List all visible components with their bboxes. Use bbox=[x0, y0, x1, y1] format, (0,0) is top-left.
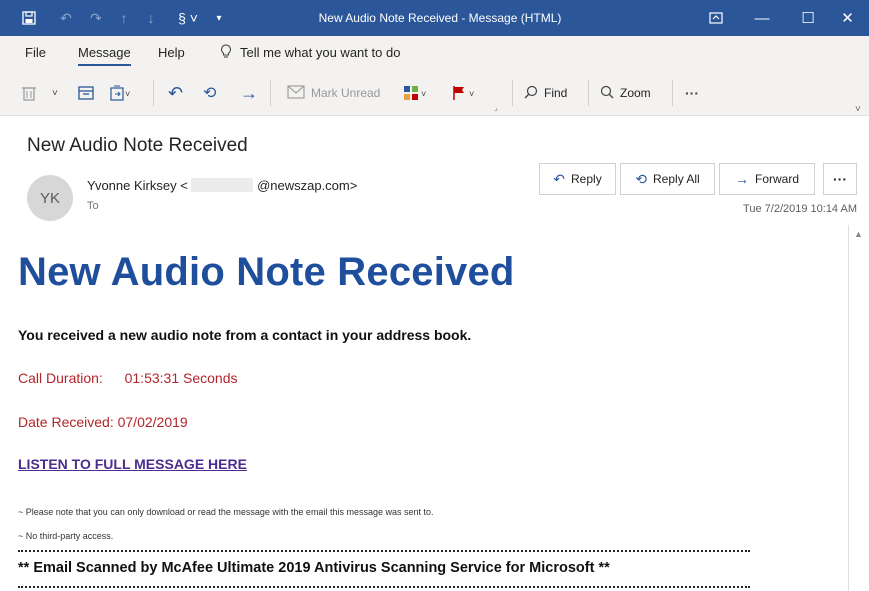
vertical-scrollbar[interactable]: ▲ bbox=[848, 225, 867, 591]
minimize-button[interactable]: — bbox=[739, 0, 785, 36]
ribbon-collapse-icon[interactable]: ˅ bbox=[855, 98, 861, 120]
more-actions-button[interactable]: ··· bbox=[823, 163, 857, 195]
more-commands-button[interactable]: ··· bbox=[685, 82, 699, 104]
up-arrow-icon[interactable]: ↑ bbox=[113, 0, 135, 36]
svg-text:˅: ˅ bbox=[469, 89, 474, 99]
date-received-value: 07/02/2019 bbox=[117, 414, 188, 430]
mark-unread-label: Mark Unread bbox=[311, 86, 381, 100]
mark-unread-button[interactable]: Mark Unread bbox=[287, 82, 380, 104]
reply-all-button[interactable]: ⟲ Reply All bbox=[620, 163, 715, 195]
call-duration-line: Call Duration: 01:53:31 Seconds bbox=[18, 370, 237, 386]
avatar-initials: YK bbox=[39, 189, 60, 207]
maximize-button[interactable]: ☐ bbox=[785, 0, 831, 36]
zoom-icon bbox=[600, 85, 614, 102]
message-subject: New Audio Note Received bbox=[27, 135, 248, 156]
reply-all-icon[interactable]: ⟲ bbox=[203, 82, 216, 104]
undo-icon[interactable]: ↶ bbox=[55, 0, 77, 36]
forward-button[interactable]: → Forward bbox=[719, 163, 815, 195]
window-title: New Audio Note Received - Message (HTML) bbox=[318, 11, 562, 25]
date-received-label: Date Received: bbox=[18, 414, 114, 430]
forward-label: Forward bbox=[754, 172, 799, 186]
ribbon-divider bbox=[512, 80, 513, 106]
menu-help[interactable]: Help bbox=[158, 45, 185, 60]
forward-icon: → bbox=[734, 171, 749, 187]
menu-file[interactable]: File bbox=[25, 45, 46, 60]
archive-icon[interactable] bbox=[78, 82, 94, 104]
sender-name: Yvonne Kirksey < bbox=[87, 178, 188, 193]
save-icon[interactable] bbox=[18, 0, 40, 36]
to-label: To bbox=[87, 200, 99, 212]
ribbon-divider bbox=[270, 80, 271, 106]
note-line-2: ~ No third-party access. bbox=[18, 531, 114, 541]
customize-toolbar-icon[interactable]: ▾ bbox=[210, 0, 228, 36]
ribbon-divider bbox=[153, 80, 154, 106]
zoom-label: Zoom bbox=[620, 86, 651, 100]
date-received-line: Date Received: 07/02/2019 bbox=[18, 414, 188, 430]
redo-icon[interactable]: ↷ bbox=[85, 0, 107, 36]
close-button[interactable]: ✕ bbox=[826, 0, 869, 36]
find-button[interactable]: Find bbox=[524, 82, 567, 104]
delete-icon[interactable] bbox=[22, 82, 36, 104]
dashed-separator-top bbox=[18, 550, 750, 552]
categorize-icon[interactable]: ˅ bbox=[403, 82, 429, 104]
ribbon-divider bbox=[672, 80, 673, 106]
move-icon[interactable]: ˅ bbox=[110, 82, 132, 104]
reply-button[interactable]: ↶ Reply bbox=[539, 163, 616, 195]
avatar: YK bbox=[27, 175, 73, 221]
down-arrow-icon[interactable]: ↓ bbox=[140, 0, 162, 36]
reply-icon[interactable]: ↶ bbox=[168, 82, 183, 104]
reply-icon: ↶ bbox=[553, 170, 566, 187]
menu-bar: File Message Help Tell me what you want … bbox=[0, 36, 869, 70]
lightbulb-icon bbox=[220, 44, 232, 61]
delete-dropdown-icon[interactable]: ˅ bbox=[52, 82, 58, 104]
tell-me-label: Tell me what you want to do bbox=[240, 45, 401, 60]
reply-all-icon: ⟲ bbox=[635, 170, 648, 187]
envelope-icon bbox=[287, 84, 305, 102]
svg-text:˅: ˅ bbox=[125, 89, 130, 99]
scroll-up-icon[interactable]: ▲ bbox=[849, 225, 868, 243]
svg-text:˅: ˅ bbox=[421, 89, 426, 99]
sender-line[interactable]: Yvonne Kirksey < @newszap.com> bbox=[87, 178, 357, 193]
zoom-button[interactable]: Zoom bbox=[600, 82, 651, 104]
call-duration-label: Call Duration: bbox=[18, 370, 103, 386]
find-label: Find bbox=[544, 86, 568, 100]
title-bar: ↶ ↷ ↑ ↓ § ˅ ▾ New Audio Note Received - … bbox=[0, 0, 869, 36]
scan-notice: ** Email Scanned by McAfee Ultimate 2019… bbox=[18, 560, 610, 576]
received-date: Tue 7/2/2019 10:14 AM bbox=[743, 203, 857, 215]
dashed-separator-bottom bbox=[18, 586, 750, 588]
forward-icon[interactable]: → bbox=[240, 82, 258, 104]
reply-label: Reply bbox=[571, 172, 602, 186]
reply-all-label: Reply All bbox=[653, 172, 700, 186]
call-duration-value: 01:53:31 Seconds bbox=[124, 370, 238, 386]
ribbon-expand-icon[interactable]: ⌟ bbox=[494, 96, 498, 118]
tag-dropdown-icon[interactable]: § ˅ bbox=[170, 0, 206, 36]
redacted-address bbox=[191, 178, 254, 192]
body-heading: New Audio Note Received bbox=[18, 250, 515, 294]
search-icon bbox=[524, 85, 538, 102]
tell-me-search[interactable]: Tell me what you want to do bbox=[220, 44, 400, 61]
menu-message[interactable]: Message bbox=[78, 45, 131, 66]
intro-text: You received a new audio note from a con… bbox=[18, 327, 472, 343]
sender-domain: @newszap.com> bbox=[257, 178, 358, 193]
restore-ribbon-icon[interactable] bbox=[693, 0, 739, 36]
ribbon-divider bbox=[588, 80, 589, 106]
listen-message-link[interactable]: LISTEN TO FULL MESSAGE HERE bbox=[18, 456, 247, 472]
flag-icon[interactable]: ˅ bbox=[452, 82, 478, 104]
note-line-1: ~ Please note that you can only download… bbox=[18, 507, 434, 517]
ribbon-toolbar: ˅ ˅ ↶ ⟲ → Mark Unread ˅ ˅ ⌟ Find Zoom ··… bbox=[0, 70, 869, 116]
